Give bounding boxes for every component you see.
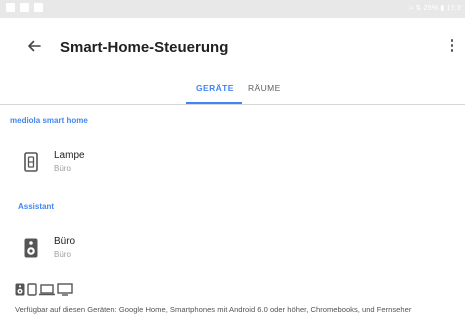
section-header-mediola: mediola smart home	[10, 116, 88, 125]
tab-rooms[interactable]: RÄUME	[248, 83, 281, 93]
app-bar: Smart-Home-Steuerung	[0, 18, 465, 78]
tv-icon	[57, 283, 73, 296]
tabs-divider	[0, 104, 465, 105]
phone-icon	[27, 283, 37, 296]
page-title: Smart-Home-Steuerung	[60, 39, 229, 56]
arrow-back-icon[interactable]	[24, 36, 44, 56]
status-bar: ≈ ⇅ 25% ▮ 17:3	[0, 0, 465, 18]
speaker-icon	[24, 238, 38, 258]
device-room: Büro	[54, 164, 71, 173]
device-row-lampe[interactable]: Lampe Büro	[0, 146, 465, 178]
status-indicators: ≈ ⇅ 25% ▮ 17:3	[409, 5, 461, 12]
notification-flag-icon	[20, 3, 29, 12]
device-name: Büro	[54, 236, 76, 247]
device-room: Büro	[54, 250, 71, 259]
speaker-icon	[15, 283, 25, 296]
device-name: Lampe	[54, 150, 85, 161]
availability-text: Verfügbar auf diesen Geräten: Google Hom…	[15, 305, 412, 314]
tab-bar: GERÄTE RÄUME	[0, 78, 465, 104]
notification-icons	[6, 3, 43, 12]
more-vert-icon[interactable]	[449, 39, 455, 53]
section-header-assistant: Assistant	[18, 202, 55, 211]
laptop-icon	[39, 284, 55, 296]
supported-device-types	[15, 283, 73, 296]
device-row-buero[interactable]: Büro Büro	[0, 232, 465, 264]
arrow-back-glyph	[28, 40, 41, 52]
notification-gallery-icon	[34, 3, 43, 12]
tab-devices[interactable]: GERÄTE	[196, 83, 234, 93]
notification-image-icon	[6, 3, 15, 12]
light-switch-icon	[24, 152, 38, 172]
